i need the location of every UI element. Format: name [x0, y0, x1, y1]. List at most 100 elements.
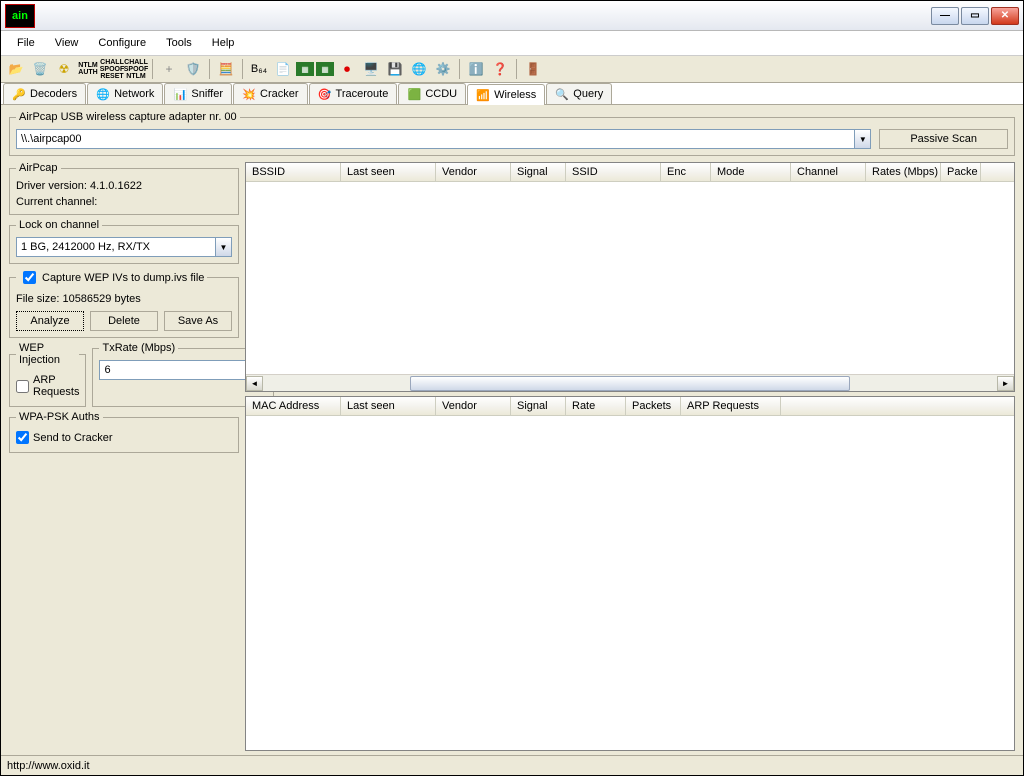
status-text: http://www.oxid.it: [7, 760, 90, 772]
driver-version-label: Driver version: 4.1.0.1622: [16, 180, 232, 192]
menu-tools[interactable]: Tools: [158, 35, 200, 51]
tab-network[interactable]: 🌐Network: [87, 83, 163, 104]
tab-query[interactable]: 🔍Query: [546, 83, 612, 104]
channel-input[interactable]: [16, 237, 216, 257]
send-to-cracker-checkbox[interactable]: [16, 431, 29, 444]
chip1-icon[interactable]: ▦: [296, 62, 314, 76]
b64-button[interactable]: B₆₄: [248, 58, 270, 80]
exit-icon[interactable]: 🚪: [522, 58, 544, 80]
menu-file[interactable]: File: [9, 35, 43, 51]
horizontal-scrollbar[interactable]: ◄ ►: [246, 374, 1014, 391]
tab-decoders[interactable]: 🔑Decoders: [3, 83, 86, 104]
scroll-thumb[interactable]: [410, 376, 850, 391]
maximize-button[interactable]: ▭: [961, 7, 989, 25]
adapter-combo[interactable]: ▼: [16, 129, 871, 149]
column-header[interactable]: ARP Requests: [681, 397, 781, 415]
arp-requests-checkbox[interactable]: [16, 380, 29, 393]
txrate-input[interactable]: [99, 360, 251, 380]
adapter-group: AirPcap USB wireless capture adapter nr.…: [9, 111, 1015, 156]
column-header[interactable]: Packe: [941, 163, 981, 181]
sniffer-icon: 📊: [173, 87, 187, 101]
tab-cracker[interactable]: 💥Cracker: [233, 83, 308, 104]
scroll-right-icon[interactable]: ►: [997, 376, 1014, 391]
ap-table[interactable]: BSSIDLast seenVendorSignalSSIDEncModeCha…: [245, 162, 1015, 392]
ccdu-icon: 🟩: [407, 87, 421, 101]
filesize-label: File size: 10586529 bytes: [16, 293, 232, 305]
app-window: ain — ▭ ✕ File View Configure Tools Help…: [0, 0, 1024, 776]
column-header[interactable]: Channel: [791, 163, 866, 181]
globe2-icon[interactable]: 🌐: [408, 58, 430, 80]
trash-icon[interactable]: 🗑️: [29, 58, 51, 80]
tab-strip: 🔑Decoders🌐Network📊Sniffer💥Cracker🎯Tracer…: [1, 83, 1023, 105]
minimize-button[interactable]: —: [931, 7, 959, 25]
client-table[interactable]: MAC AddressLast seenVendorSignalRatePack…: [245, 396, 1015, 751]
tab-ccdu[interactable]: 🟩CCDU: [398, 83, 466, 104]
tab-traceroute[interactable]: 🎯Traceroute: [309, 83, 398, 104]
column-header[interactable]: Packets: [626, 397, 681, 415]
chal-ntlm-button[interactable]: CHALL SPOOF NTLM: [125, 58, 147, 80]
cracker-icon: 💥: [242, 87, 256, 101]
column-header[interactable]: Enc: [661, 163, 711, 181]
shield-icon[interactable]: 🛡️: [182, 58, 204, 80]
radioactive-icon[interactable]: ☢: [53, 58, 75, 80]
channel-combo[interactable]: ▼: [16, 237, 232, 257]
add-icon[interactable]: +: [158, 58, 180, 80]
column-header[interactable]: Mode: [711, 163, 791, 181]
chip2-icon[interactable]: ▦: [316, 62, 334, 76]
column-header[interactable]: MAC Address: [246, 397, 341, 415]
current-channel-label: Current channel:: [16, 196, 232, 208]
menu-bar: File View Configure Tools Help: [1, 31, 1023, 56]
close-button[interactable]: ✕: [991, 7, 1019, 25]
scroll-left-icon[interactable]: ◄: [246, 376, 263, 391]
analyze-button[interactable]: Analyze: [16, 311, 84, 331]
saveas-button[interactable]: Save As: [164, 311, 232, 331]
open-file-icon[interactable]: 📂: [5, 58, 27, 80]
delete-button[interactable]: Delete: [90, 311, 158, 331]
network-icon: 🌐: [96, 87, 110, 101]
chal-reset-button[interactable]: CHALL SPOOF RESET: [101, 58, 123, 80]
doc-icon[interactable]: 📄: [272, 58, 294, 80]
column-header[interactable]: BSSID: [246, 163, 341, 181]
wep-injection-group: WEP Injection ARP Requests: [9, 342, 86, 407]
column-header[interactable]: Signal: [511, 163, 566, 181]
tab-sniffer[interactable]: 📊Sniffer: [164, 83, 232, 104]
toolbar: 📂 🗑️ ☢ NTLM AUTH CHALL SPOOF RESET CHALL…: [1, 56, 1023, 83]
passive-scan-button[interactable]: Passive Scan: [879, 129, 1008, 149]
rec-icon[interactable]: ⏺: [336, 58, 358, 80]
column-header[interactable]: Last seen: [341, 163, 436, 181]
column-header[interactable]: SSID: [566, 163, 661, 181]
info-icon[interactable]: ℹ️: [465, 58, 487, 80]
column-header[interactable]: Rates (Mbps): [866, 163, 941, 181]
title-bar: ain — ▭ ✕: [1, 1, 1023, 31]
menu-configure[interactable]: Configure: [90, 35, 154, 51]
menu-help[interactable]: Help: [204, 35, 243, 51]
column-header[interactable]: Last seen: [341, 397, 436, 415]
wireless-icon: 📶: [476, 88, 490, 102]
chevron-down-icon[interactable]: ▼: [855, 129, 871, 149]
disk-icon[interactable]: 💾: [384, 58, 406, 80]
query-icon: 🔍: [555, 87, 569, 101]
monitor-icon[interactable]: 🖥️: [360, 58, 382, 80]
menu-view[interactable]: View: [47, 35, 87, 51]
decoders-icon: 🔑: [12, 87, 26, 101]
lock-channel-group: Lock on channel ▼: [9, 219, 239, 264]
column-header[interactable]: Vendor: [436, 397, 511, 415]
tab-wireless[interactable]: 📶Wireless: [467, 84, 545, 105]
capture-group: Capture WEP IVs to dump.ivs file File si…: [9, 268, 239, 338]
adapter-input[interactable]: [16, 129, 855, 149]
ntlm-auth-button[interactable]: NTLM AUTH: [77, 58, 99, 80]
gear-icon[interactable]: ⚙️: [432, 58, 454, 80]
wpapsk-group: WPA-PSK Auths Send to Cracker: [9, 411, 239, 453]
column-header[interactable]: Signal: [511, 397, 566, 415]
status-bar: http://www.oxid.it: [1, 755, 1023, 775]
app-icon: ain: [5, 4, 35, 28]
capture-checkbox[interactable]: [23, 271, 36, 284]
chevron-down-icon[interactable]: ▼: [216, 237, 232, 257]
traceroute-icon: 🎯: [318, 87, 332, 101]
column-header[interactable]: Vendor: [436, 163, 511, 181]
txrate-combo[interactable]: ▼: [99, 360, 267, 380]
help-icon[interactable]: ❓: [489, 58, 511, 80]
airpcap-group: AirPcap Driver version: 4.1.0.1622 Curre…: [9, 162, 239, 215]
calculator-icon[interactable]: 🧮: [215, 58, 237, 80]
column-header[interactable]: Rate: [566, 397, 626, 415]
